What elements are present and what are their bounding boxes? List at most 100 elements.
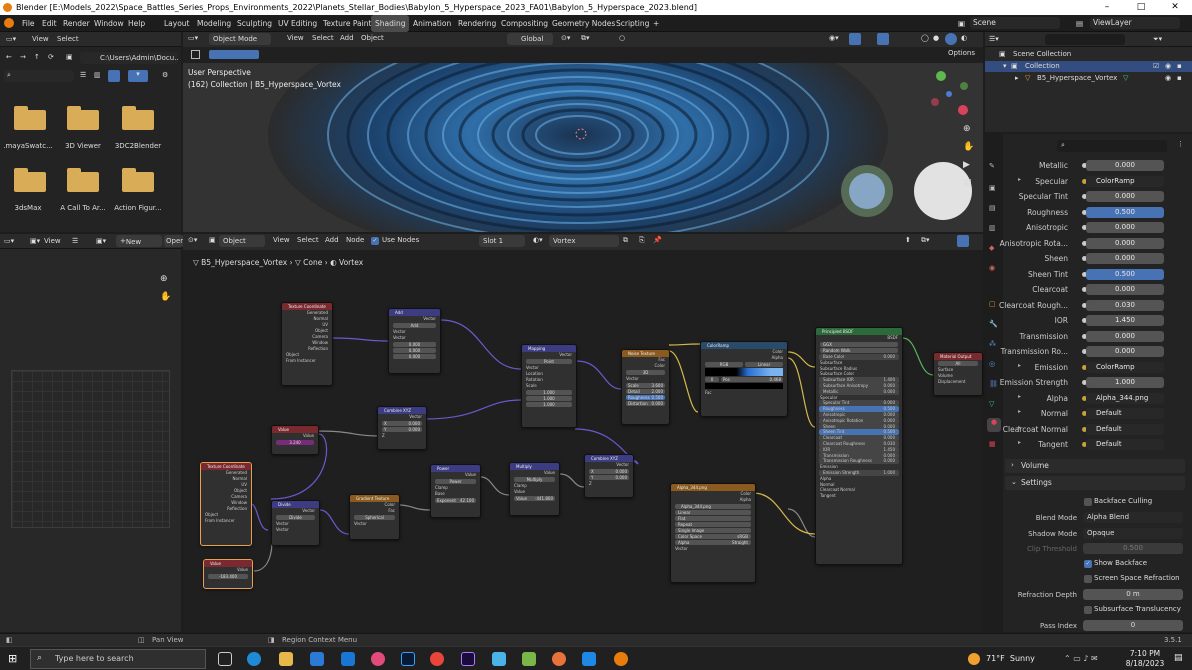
scale-x-field[interactable]: 1.000 bbox=[526, 390, 572, 395]
operation-dropdown[interactable]: Power bbox=[435, 479, 476, 484]
value-field[interactable]: 3.240 bbox=[276, 440, 314, 445]
mapping-type-dropdown[interactable]: Point bbox=[526, 359, 572, 364]
blend-mode-dropdown[interactable]: Alpha Blend bbox=[1083, 512, 1183, 523]
proportional-edit-icon[interactable]: ○ bbox=[619, 34, 625, 42]
navigation-gizmo[interactable] bbox=[925, 70, 973, 118]
open-image-button[interactable]: Open bbox=[164, 235, 184, 247]
linked-input-field[interactable]: ColorRamp bbox=[1086, 361, 1164, 373]
app-icon[interactable] bbox=[582, 652, 596, 666]
back-arrow-icon[interactable]: ← bbox=[6, 53, 12, 61]
node-value[interactable]: Value Value 3.240 bbox=[271, 425, 319, 455]
store-icon[interactable] bbox=[310, 652, 324, 666]
operation-dropdown[interactable]: Multiply bbox=[514, 477, 555, 482]
zoom-icon[interactable]: ⊕ bbox=[160, 274, 168, 284]
expand-arrow-icon[interactable]: ▸ bbox=[1018, 424, 1021, 431]
volume-section-header[interactable]: › Volume bbox=[1005, 459, 1185, 473]
pivot-icon[interactable]: ⊙▾ bbox=[561, 34, 570, 42]
camera-icon[interactable]: ▪ bbox=[1177, 62, 1182, 70]
show-backface-checkbox[interactable]: ✓ bbox=[1084, 560, 1092, 568]
node-texture-coordinate[interactable]: Texture Coordinate Generated Normal UV O… bbox=[281, 302, 333, 386]
dimensions-dropdown[interactable]: 3D bbox=[626, 370, 665, 375]
tab-compositing[interactable]: Compositing bbox=[501, 15, 548, 32]
after-effects-icon[interactable] bbox=[461, 652, 475, 666]
viewlayer-selector[interactable]: ViewLayer bbox=[1090, 17, 1180, 29]
task-view-icon[interactable] bbox=[218, 652, 232, 666]
sss-translucency-checkbox[interactable] bbox=[1084, 606, 1092, 614]
chrome-icon[interactable] bbox=[430, 652, 444, 666]
zoom-icon[interactable]: ⊕ bbox=[963, 124, 971, 134]
from-instancer-checkbox[interactable]: From Instancer bbox=[282, 358, 332, 364]
tab-sculpting[interactable]: Sculpting bbox=[237, 15, 272, 32]
collection-row[interactable]: ▾ ▣ Collection ☑ ◉ ▪ bbox=[985, 61, 1192, 72]
y-field[interactable]: Y 0.000 bbox=[382, 427, 422, 432]
options-icon[interactable]: ⋮ bbox=[1177, 140, 1184, 148]
interpolation-dropdown[interactable]: Linear bbox=[745, 362, 783, 367]
scale-z-field[interactable]: 1.000 bbox=[526, 402, 572, 407]
node-mapping[interactable]: Mapping Vector Point Vector Location Rot… bbox=[521, 344, 577, 428]
linked-input-field[interactable]: Default bbox=[1086, 423, 1164, 435]
menu-edit[interactable]: Edit bbox=[42, 15, 57, 32]
value-slider[interactable]: 0.030 bbox=[1086, 299, 1164, 311]
expand-arrow-icon[interactable]: ▸ bbox=[1018, 393, 1021, 400]
linked-input-field[interactable]: Default bbox=[1086, 439, 1164, 450]
distribution-dropdown[interactable]: GGX bbox=[820, 342, 898, 347]
properties-search-input[interactable]: ⌕ bbox=[1057, 140, 1167, 152]
folder-label[interactable]: 3DC2Blender bbox=[110, 142, 166, 150]
clock-time[interactable]: 7:10 PM bbox=[1125, 649, 1165, 658]
solid-shading-icon[interactable]: ● bbox=[933, 34, 939, 42]
detail-field[interactable]: Detail 2.000 bbox=[626, 389, 665, 394]
menu-window[interactable]: Window bbox=[94, 15, 124, 32]
selection-mode-icon[interactable] bbox=[209, 50, 259, 59]
forward-arrow-icon[interactable]: → bbox=[20, 53, 26, 61]
value-field[interactable]: 0.000 bbox=[393, 354, 436, 359]
value-slider[interactable]: 1.450 bbox=[1086, 315, 1164, 326]
path-field[interactable]: C:\Users\Admin\Docu... bbox=[80, 52, 178, 64]
wireframe-shading-icon[interactable]: ◯ bbox=[921, 34, 929, 42]
node-principled-bsdf[interactable]: Principled BSDF BSDF GGX Random Walk Bas… bbox=[815, 327, 903, 565]
taskbar-search-box[interactable]: ⌕ Type here to search bbox=[30, 649, 206, 669]
scene-collection-label[interactable]: Scene Collection bbox=[1013, 50, 1071, 58]
app-icon[interactable] bbox=[371, 652, 385, 666]
projection-dropdown[interactable]: Flat bbox=[675, 516, 751, 521]
app-icon[interactable] bbox=[522, 652, 536, 666]
weather-text[interactable]: 71°F Sunny bbox=[986, 654, 1035, 663]
select-box-icon[interactable] bbox=[191, 50, 200, 59]
value-slider[interactable]: 0.000 bbox=[1086, 222, 1164, 233]
shadow-mode-dropdown[interactable]: Opaque bbox=[1083, 528, 1183, 539]
node-multiply[interactable]: Multiply Value Multiply Clamp Value Valu… bbox=[509, 462, 560, 516]
tab-rendering[interactable]: Rendering bbox=[458, 15, 496, 32]
expand-arrow-icon[interactable]: ▸ bbox=[1018, 408, 1021, 415]
tray-icons[interactable]: ⌃ ▭ ♪ ✉ bbox=[1064, 654, 1098, 663]
camera-view-icon[interactable]: ▶ bbox=[963, 160, 970, 170]
folder-icon[interactable] bbox=[14, 106, 46, 130]
folder-icon[interactable] bbox=[67, 168, 99, 192]
clock-date[interactable]: 8/18/2023 bbox=[1122, 659, 1168, 668]
refresh-icon[interactable]: ⟳ bbox=[48, 53, 54, 61]
tab-texture-paint[interactable]: Texture Paint bbox=[323, 15, 371, 32]
folder-icon[interactable] bbox=[122, 106, 154, 130]
maximize-button[interactable]: □ bbox=[1124, 0, 1158, 15]
extension-dropdown[interactable]: Repeat bbox=[675, 522, 751, 527]
linked-input-field[interactable]: ColorRamp bbox=[1086, 175, 1164, 187]
backface-culling-checkbox[interactable] bbox=[1084, 498, 1092, 506]
menu-render[interactable]: Render bbox=[63, 15, 90, 32]
x-field[interactable]: X 0.000 bbox=[589, 469, 629, 474]
viewport-view-menu[interactable]: View bbox=[287, 34, 304, 42]
y-field[interactable]: Y 0.000 bbox=[589, 475, 629, 480]
pan-hand-icon[interactable]: ✋ bbox=[160, 292, 171, 302]
exponent-field[interactable]: Exponent 42.100 bbox=[435, 498, 476, 503]
pass-index-field[interactable]: 0 bbox=[1083, 620, 1183, 631]
value-slider[interactable]: 0.000 bbox=[1086, 253, 1164, 264]
close-button[interactable]: ✕ bbox=[1158, 0, 1192, 15]
ssr-checkbox[interactable] bbox=[1084, 575, 1092, 583]
source-dropdown[interactable]: Single Image bbox=[675, 528, 751, 533]
node-power[interactable]: Power Value Power Clamp Base Exponent 42.… bbox=[430, 464, 481, 518]
value-field[interactable]: -183.400 bbox=[208, 574, 248, 579]
file-select-menu[interactable]: Select bbox=[57, 32, 79, 47]
tab-uv-editing[interactable]: UV Editing bbox=[278, 15, 317, 32]
material-preview-icon[interactable] bbox=[945, 33, 957, 45]
folder-icon[interactable] bbox=[122, 168, 154, 192]
folder-icon[interactable] bbox=[14, 168, 46, 192]
3d-viewport[interactable]: ▭▾ Object Mode View Select Add Object Gl… bbox=[183, 32, 983, 232]
value-field[interactable]: 0.000 bbox=[393, 342, 436, 347]
